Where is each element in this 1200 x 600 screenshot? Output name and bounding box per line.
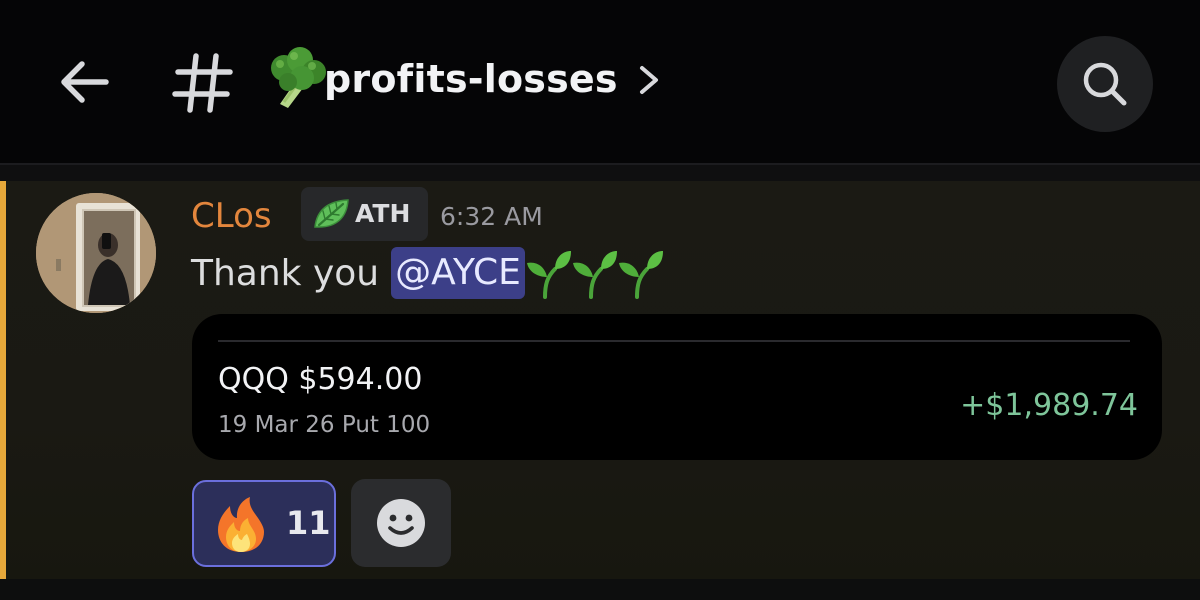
- hash-icon: [172, 53, 233, 113]
- trade-card-divider: [218, 340, 1130, 342]
- trade-pnl: +$1,989.74: [960, 388, 1138, 423]
- message-text-prefix: Thank you: [191, 252, 380, 294]
- role-tag[interactable]: ATH: [301, 187, 428, 241]
- sprout-icon: [526, 251, 571, 299]
- role-label: ATH: [355, 199, 411, 228]
- search-button[interactable]: [1057, 36, 1153, 132]
- timestamp: 6:32 AM: [440, 202, 543, 231]
- sprout-icon: [572, 251, 617, 299]
- user-mention[interactable]: @AYCE: [391, 247, 525, 299]
- leaf-icon: [314, 199, 349, 228]
- sprout-icon: [618, 251, 663, 299]
- trade-subtitle: 19 Mar 26 Put 100: [218, 412, 431, 438]
- fire-icon: [218, 497, 264, 552]
- message[interactable]: CLos ATH 6:32 AM Thank you @AYCE QQQ $59…: [0, 181, 1200, 579]
- channel-name[interactable]: profits-losses: [324, 46, 618, 112]
- search-icon: [1083, 62, 1127, 106]
- arrow-left-icon: [61, 61, 109, 103]
- author-name[interactable]: CLos: [191, 193, 272, 239]
- back-button[interactable]: [52, 50, 116, 114]
- message-text: Thank you @AYCE: [191, 245, 663, 301]
- mention-highlight-bar: [0, 181, 6, 579]
- broccoli-icon: [271, 47, 326, 108]
- reaction-fire[interactable]: 11: [192, 480, 336, 567]
- avatar-photo: [36, 193, 156, 313]
- chevron-right-icon[interactable]: [634, 62, 664, 98]
- channel-header: profits-losses: [0, 0, 1200, 165]
- trade-card[interactable]: QQQ $594.00 19 Mar 26 Put 100 +$1,989.74: [192, 314, 1162, 460]
- trade-title: QQQ $594.00: [218, 362, 423, 397]
- discord-app: profits-losses CLos ATH 6:32 AM Thank yo…: [0, 0, 1200, 600]
- smiley-icon: [377, 499, 425, 547]
- add-reaction-button[interactable]: [351, 479, 451, 567]
- avatar[interactable]: [36, 193, 156, 313]
- reaction-count: 11: [286, 504, 331, 542]
- bottom-bar: [0, 579, 1200, 600]
